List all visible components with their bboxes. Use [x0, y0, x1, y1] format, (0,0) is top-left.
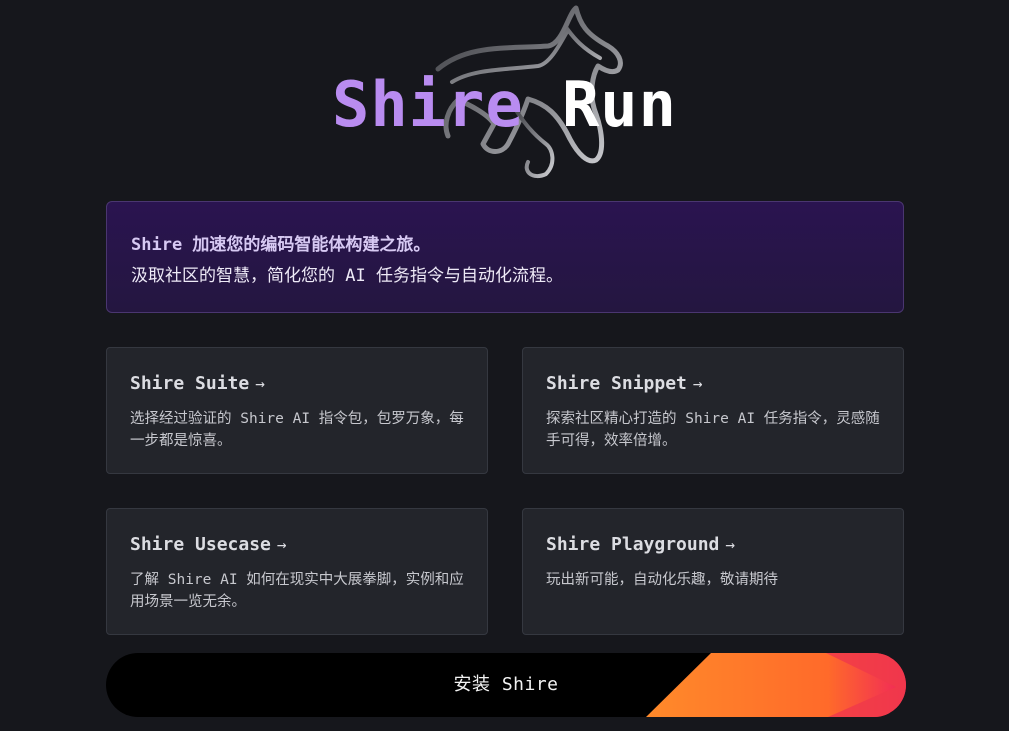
card-title: Shire Playground → [546, 533, 880, 557]
arrow-right-icon: → [725, 535, 736, 554]
title-part-1: Shire [332, 68, 524, 141]
page-title: Shire Run [0, 70, 1009, 140]
card-description: 选择经过验证的 Shire AI 指令包，包罗万象，每一步都是惊喜。 [130, 411, 464, 449]
card-title-text: Shire Usecase [130, 534, 271, 555]
card-shire-suite[interactable]: Shire Suite → 选择经过验证的 Shire AI 指令包，包罗万象，每… [106, 347, 488, 474]
install-shire-button[interactable]: 安装 Shire [106, 653, 906, 717]
card-shire-playground[interactable]: Shire Playground → 玩出新可能，自动化乐趣，敬请期待 [522, 508, 904, 635]
card-description: 了解 Shire AI 如何在现实中大展拳脚，实例和应用场景一览无余。 [130, 572, 464, 610]
intro-line-1: Shire 加速您的编码智能体构建之旅。 [131, 235, 431, 255]
install-button-label: 安装 Shire [453, 674, 559, 695]
card-description: 探索社区精心打造的 Shire AI 任务指令，灵感随手可得，效率倍增。 [546, 411, 880, 449]
arrow-right-icon: → [276, 535, 287, 554]
card-title-text: Shire Snippet [546, 373, 687, 394]
card-shire-snippet[interactable]: Shire Snippet → 探索社区精心打造的 Shire AI 任务指令，灵… [522, 347, 904, 474]
card-title-text: Shire Suite [130, 373, 250, 394]
card-shire-usecase[interactable]: Shire Usecase → 了解 Shire AI 如何在现实中大展拳脚，实例… [106, 508, 488, 635]
arrow-right-icon: → [255, 374, 265, 393]
card-title: Shire Usecase → [130, 533, 464, 557]
intro-banner: Shire 加速您的编码智能体构建之旅。 汲取社区的智慧，简化您的 AI 任务指… [106, 201, 904, 313]
hero: Shire Run [0, 0, 1009, 190]
title-part-2: Run [561, 68, 677, 141]
arrow-right-icon: → [692, 374, 703, 393]
card-title: Shire Suite → [130, 372, 464, 396]
intro-line-2: 汲取社区的智慧，简化您的 AI 任务指令与自动化流程。 [131, 266, 563, 286]
card-title-text: Shire Playground [546, 534, 720, 555]
card-description: 玩出新可能，自动化乐趣，敬请期待 [546, 572, 778, 588]
card-title: Shire Snippet → [546, 372, 880, 396]
